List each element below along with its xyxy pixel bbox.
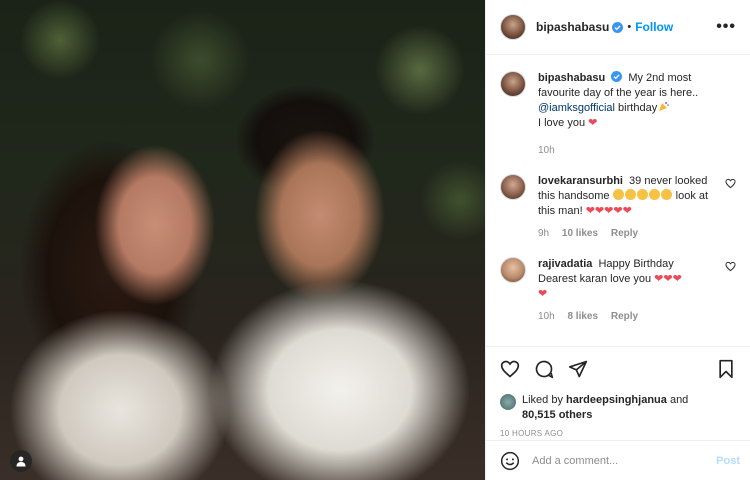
share-icon[interactable] — [568, 359, 588, 379]
post-photo[interactable] — [0, 0, 485, 480]
caption-line2: I love you — [538, 117, 586, 129]
separator-dot: • — [627, 21, 632, 33]
comment-username[interactable]: lovekaransurbhi — [538, 175, 623, 187]
comment-time[interactable]: 10h — [538, 311, 555, 322]
verified-badge-icon — [612, 21, 624, 33]
liked-by-prefix: Liked by — [522, 394, 567, 406]
heart-icon[interactable] — [500, 359, 520, 379]
heart-eyes-emoji — [648, 189, 660, 200]
comment-text: lovekaransurbhi 39 never looked this han… — [538, 174, 714, 219]
tagged-users-button[interactable] — [10, 450, 32, 472]
red-hearts-emoji: ❤❤❤❤❤ — [585, 205, 632, 217]
heart-icon[interactable] — [725, 261, 736, 272]
comment-input[interactable] — [532, 454, 717, 467]
red-heart-emoji: ❤ — [538, 288, 548, 300]
avatar[interactable] — [500, 71, 526, 97]
heart-eyes-emoji — [612, 189, 624, 200]
avatar[interactable] — [500, 14, 526, 40]
more-options-icon[interactable]: ••• — [716, 18, 736, 36]
reply-button[interactable]: Reply — [611, 228, 638, 239]
bookmark-icon[interactable] — [716, 359, 736, 379]
comment-likes[interactable]: 8 likes — [567, 311, 598, 322]
post-timestamp[interactable]: 10 HOURS AGO — [500, 429, 736, 438]
caption-meta: 10h — [538, 145, 736, 156]
heart-eyes-emoji — [636, 189, 648, 200]
caption-text: bipashabasu My 2nd most favourite day of… — [538, 71, 736, 131]
red-hearts-emoji: ❤❤❤ — [654, 273, 682, 285]
liked-by-text: Liked by hardeepsinghjanua and 80,515 ot… — [522, 393, 688, 423]
user-tag-icon — [16, 456, 26, 467]
post-header: bipashabasu • Follow ••• — [486, 0, 750, 55]
likes-count[interactable]: 80,515 others — [522, 409, 592, 421]
follow-button[interactable]: Follow — [635, 20, 673, 34]
comment-item: lovekaransurbhi 39 never looked this han… — [500, 174, 736, 239]
comment-item: rajivadatia Happy Birthday Dearest karan… — [500, 257, 736, 322]
liked-by: Liked by hardeepsinghjanua and 80,515 ot… — [500, 393, 736, 423]
caption-body-after: birthday — [615, 102, 658, 114]
comment-meta: 9h 10 likes Reply — [538, 228, 714, 239]
comment-text: rajivadatia Happy Birthday Dearest karan… — [538, 257, 714, 302]
avatar[interactable] — [500, 257, 526, 283]
caption-username[interactable]: bipashabasu — [538, 72, 605, 84]
caption-time[interactable]: 10h — [538, 145, 555, 156]
heart-icon[interactable] — [725, 178, 736, 189]
red-heart-emoji: ❤ — [588, 117, 598, 129]
add-comment-bar: Post — [486, 440, 750, 480]
comment-username[interactable]: rajivadatia — [538, 258, 592, 270]
reply-button[interactable]: Reply — [611, 311, 638, 322]
post-side-panel: bipashabasu • Follow ••• bipashabasu My … — [485, 0, 750, 480]
heart-eyes-emoji — [624, 189, 636, 200]
post-actions: Liked by hardeepsinghjanua and 80,515 ot… — [486, 346, 750, 438]
comments-list: bipashabasu My 2nd most favourite day of… — [486, 55, 750, 340]
post-button[interactable]: Post — [716, 455, 740, 467]
comment-meta: 10h 8 likes Reply — [538, 311, 714, 322]
comment-likes[interactable]: 10 likes — [562, 228, 598, 239]
heart-eyes-emojis — [612, 189, 673, 202]
header-username[interactable]: bipashabasu — [536, 20, 609, 34]
smiley-icon[interactable] — [500, 451, 520, 471]
heart-eyes-emoji — [660, 189, 672, 200]
liked-by-and: and — [666, 394, 689, 406]
party-popper-icon — [659, 102, 670, 111]
comment-icon[interactable] — [534, 359, 554, 379]
caption: bipashabasu My 2nd most favourite day of… — [500, 71, 736, 156]
action-icons — [500, 357, 736, 381]
liked-by-user[interactable]: hardeepsinghjanua — [566, 394, 667, 406]
comment-time[interactable]: 9h — [538, 228, 549, 239]
avatar[interactable] — [500, 174, 526, 200]
mention-link[interactable]: @iamksgofficial — [538, 102, 615, 114]
avatar[interactable] — [500, 394, 516, 410]
verified-badge-icon — [611, 71, 623, 82]
